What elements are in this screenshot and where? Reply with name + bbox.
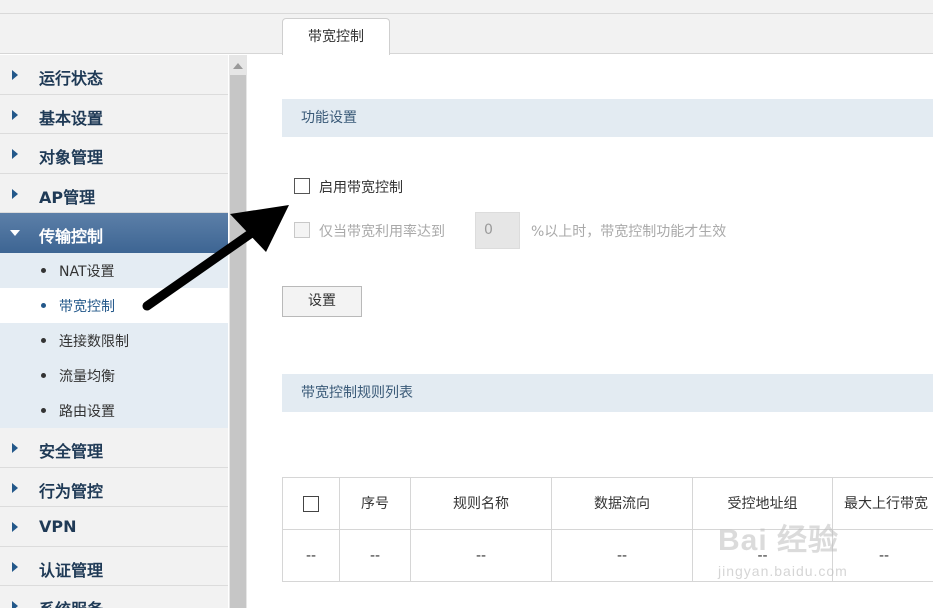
column-header[interactable]: 最大上行带宽 [833, 478, 933, 530]
select-all-checkbox[interactable] [303, 496, 319, 512]
column-header[interactable]: 序号 [340, 478, 411, 530]
sidebar-subitem-bandwidth-control[interactable]: 带宽控制 [0, 287, 228, 323]
enable-bandwidth-label: 启用带宽控制 [319, 180, 403, 196]
column-header[interactable]: 数据流向 [552, 478, 693, 530]
sidebar-item-object-management[interactable]: 对象管理 [0, 134, 228, 174]
app-window: 带宽控制 运行状态 基本设置 对象管理 AP管理 传输控制 NAT设置 带宽控制… [0, 0, 933, 608]
sidebar-subitem-load-balance[interactable]: 流量均衡 [0, 357, 228, 393]
top-strip [0, 0, 933, 14]
sidebar-item-system-service[interactable]: 系统服务 [0, 586, 228, 608]
sidebar: 运行状态 基本设置 对象管理 AP管理 传输控制 NAT设置 带宽控制 连接数限… [0, 55, 228, 608]
sidebar-item-ap-management[interactable]: AP管理 [0, 173, 228, 214]
chevron-right-icon [12, 482, 18, 493]
select-all-cell [283, 478, 340, 530]
tab-bandwidth-control[interactable]: 带宽控制 [282, 18, 390, 55]
sidebar-item-auth-management[interactable]: 认证管理 [0, 546, 228, 587]
sidebar-item-label: 行为管控 [39, 481, 104, 501]
sidebar-item-label: 对象管理 [39, 148, 104, 168]
sidebar-item-label: 系统服务 [39, 596, 103, 608]
enable-bandwidth-checkbox[interactable] [294, 178, 310, 194]
table-cell: -- [411, 530, 552, 582]
chevron-right-icon [12, 442, 18, 453]
sidebar-item-label: VPN [39, 517, 77, 537]
sidebar-item-label: 运行状态 [39, 69, 104, 88]
threshold-checkbox[interactable] [294, 222, 310, 238]
chevron-right-icon [12, 601, 18, 608]
chevron-right-icon [12, 109, 18, 120]
chevron-right-icon [12, 188, 18, 199]
threshold-prefix-label: 仅当带宽利用率达到 [319, 224, 445, 240]
bullet-icon [41, 302, 46, 308]
sidebar-subitem-label: 带宽控制 [59, 298, 115, 315]
table-cell: -- [283, 530, 340, 582]
column-header[interactable]: 受控地址组 [693, 478, 833, 530]
bullet-icon [41, 267, 46, 273]
function-settings-header: 功能设置 [282, 99, 933, 137]
sidebar-item-basic-settings[interactable]: 基本设置 [0, 94, 228, 135]
sidebar-scrollbar[interactable] [229, 55, 247, 608]
chevron-right-icon [12, 70, 18, 80]
sidebar-item-vpn[interactable]: VPN [0, 507, 228, 547]
sidebar-item-transmission-control[interactable]: 传输控制 [0, 213, 228, 253]
bullet-icon [41, 337, 46, 343]
chevron-down-icon [10, 230, 20, 237]
sidebar-item-behavior-control[interactable]: 行为管控 [0, 467, 228, 508]
sidebar-subitem-label: 流量均衡 [59, 368, 115, 385]
column-header[interactable]: 规则名称 [411, 478, 552, 530]
sidebar-subitem-label: 连接数限制 [59, 333, 129, 350]
tab-bar: 带宽控制 [0, 14, 933, 55]
sidebar-item-run-status[interactable]: 运行状态 [0, 55, 228, 95]
table-header-row: 序号 规则名称 数据流向 受控地址组 最大上行带宽 [283, 478, 933, 530]
chevron-right-icon [12, 561, 18, 572]
sidebar-item-security[interactable]: 安全管理 [0, 427, 228, 468]
threshold-suffix-label: %以上时，带宽控制功能才生效 [531, 224, 727, 240]
sidebar-subitem-label: NAT设置 [59, 263, 115, 280]
bullet-icon [41, 372, 46, 378]
scroll-up-icon[interactable] [233, 63, 243, 69]
bullet-icon [41, 407, 46, 413]
sidebar-item-label: 认证管理 [39, 560, 104, 580]
scrollbar-thumb[interactable] [230, 75, 246, 608]
table-cell: -- [879, 548, 890, 564]
threshold-input[interactable]: 0 [475, 212, 520, 249]
table-cell: -- [340, 530, 411, 582]
rules-list-header: 带宽控制规则列表 [282, 374, 933, 412]
table-row: -- -- -- -- -- -- [283, 530, 933, 582]
sidebar-item-label: 基本设置 [39, 108, 104, 128]
sidebar-subitem-routing[interactable]: 路由设置 [0, 392, 228, 428]
sidebar-subitem-label: 路由设置 [59, 403, 115, 420]
table-cell: -- [552, 530, 693, 582]
chevron-right-icon [12, 522, 18, 533]
rules-table: 序号 规则名称 数据流向 受控地址组 最大上行带宽 -- -- -- -- --… [282, 477, 933, 582]
chevron-right-icon [12, 149, 18, 160]
sidebar-item-label: AP管理 [39, 187, 96, 207]
table-cell: -- [693, 530, 833, 582]
sidebar-subitem-connection-limit[interactable]: 连接数限制 [0, 322, 228, 358]
sidebar-item-label: 传输控制 [39, 227, 104, 247]
sidebar-item-label: 安全管理 [39, 441, 104, 461]
submit-settings-button[interactable]: 设置 [282, 286, 362, 317]
sidebar-subitem-nat[interactable]: NAT设置 [0, 252, 228, 288]
